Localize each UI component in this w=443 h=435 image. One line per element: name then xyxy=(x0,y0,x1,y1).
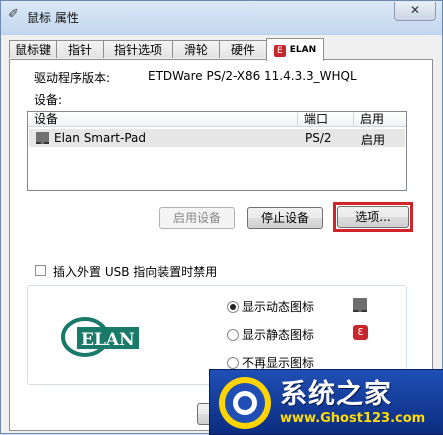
device-name: Elan Smart-Pad xyxy=(54,131,146,145)
device-enabled: 启用 xyxy=(361,133,386,147)
stop-device-button[interactable]: 停止设备 xyxy=(247,207,323,229)
elan-logo-text: ELAN xyxy=(81,330,135,350)
touchpad-icon xyxy=(36,132,49,144)
table-row[interactable]: Elan Smart-Pad PS/2 启用 xyxy=(29,129,405,147)
enable-device-button[interactable]: 启用设备 xyxy=(159,207,235,229)
site-watermark: 系统之家 www.Ghost123.com xyxy=(209,369,443,435)
dynamic-touchpad-icon xyxy=(353,298,367,312)
usb-disable-checkbox[interactable] xyxy=(35,265,46,276)
column-header-port[interactable]: 端口 xyxy=(298,112,354,127)
column-header-enabled[interactable]: 启用 xyxy=(354,112,406,127)
tab-wheel[interactable]: 滑轮 xyxy=(172,40,220,58)
title-bar[interactable]: ✐ 鼠标 属性 ✕ xyxy=(1,1,442,34)
driver-version-value: ETDWare PS/2-X86 11.4.3.3_WHQL xyxy=(148,69,357,83)
radio-dynamic-icon[interactable] xyxy=(227,301,239,313)
radio-static-icon[interactable] xyxy=(227,329,239,341)
window-title: 鼠标 属性 xyxy=(27,11,79,25)
mouse-properties-window: ✐ 鼠标 属性 ✕ 鼠标键 指针 指针选项 滑轮 硬件 E ELAN 驱动程序版… xyxy=(0,0,443,435)
elan-tab-icon: E xyxy=(273,45,286,57)
tab-pointers[interactable]: 指针 xyxy=(56,40,104,58)
devices-label: 设备: xyxy=(34,93,63,107)
tab-pointer-options[interactable]: 指针选项 xyxy=(103,40,173,58)
elan-logo: ELAN xyxy=(61,317,139,357)
column-header-device[interactable]: 设备 xyxy=(28,112,298,127)
mouse-icon: ✐ xyxy=(8,7,19,22)
static-icon-label[interactable]: 显示静态图标 xyxy=(242,326,314,343)
driver-version-label: 驱动程序版本: xyxy=(34,71,111,85)
options-highlight-box xyxy=(333,202,413,232)
dynamic-icon-label[interactable]: 显示动态图标 xyxy=(242,298,314,315)
watermark-url: www.Ghost123.com xyxy=(280,411,426,426)
tab-buttons[interactable]: 鼠标键 xyxy=(9,40,57,58)
watermark-title: 系统之家 xyxy=(280,379,392,410)
device-list[interactable]: 设备 端口 启用 Elan Smart-Pad PS/2 启用 xyxy=(27,111,407,191)
close-button[interactable]: ✕ xyxy=(394,2,436,21)
radio-no-icon[interactable] xyxy=(227,357,239,369)
device-port: PS/2 xyxy=(305,131,332,145)
elan-tab-label: ELAN xyxy=(289,45,317,55)
usb-disable-label[interactable]: 插入外置 USB 指向装置时禁用 xyxy=(53,263,217,280)
tab-hardware[interactable]: 硬件 xyxy=(219,40,267,58)
watermark-logo-icon xyxy=(219,377,271,429)
tab-elan[interactable]: E ELAN xyxy=(266,38,324,61)
static-elan-icon: Ɛ xyxy=(353,325,368,340)
